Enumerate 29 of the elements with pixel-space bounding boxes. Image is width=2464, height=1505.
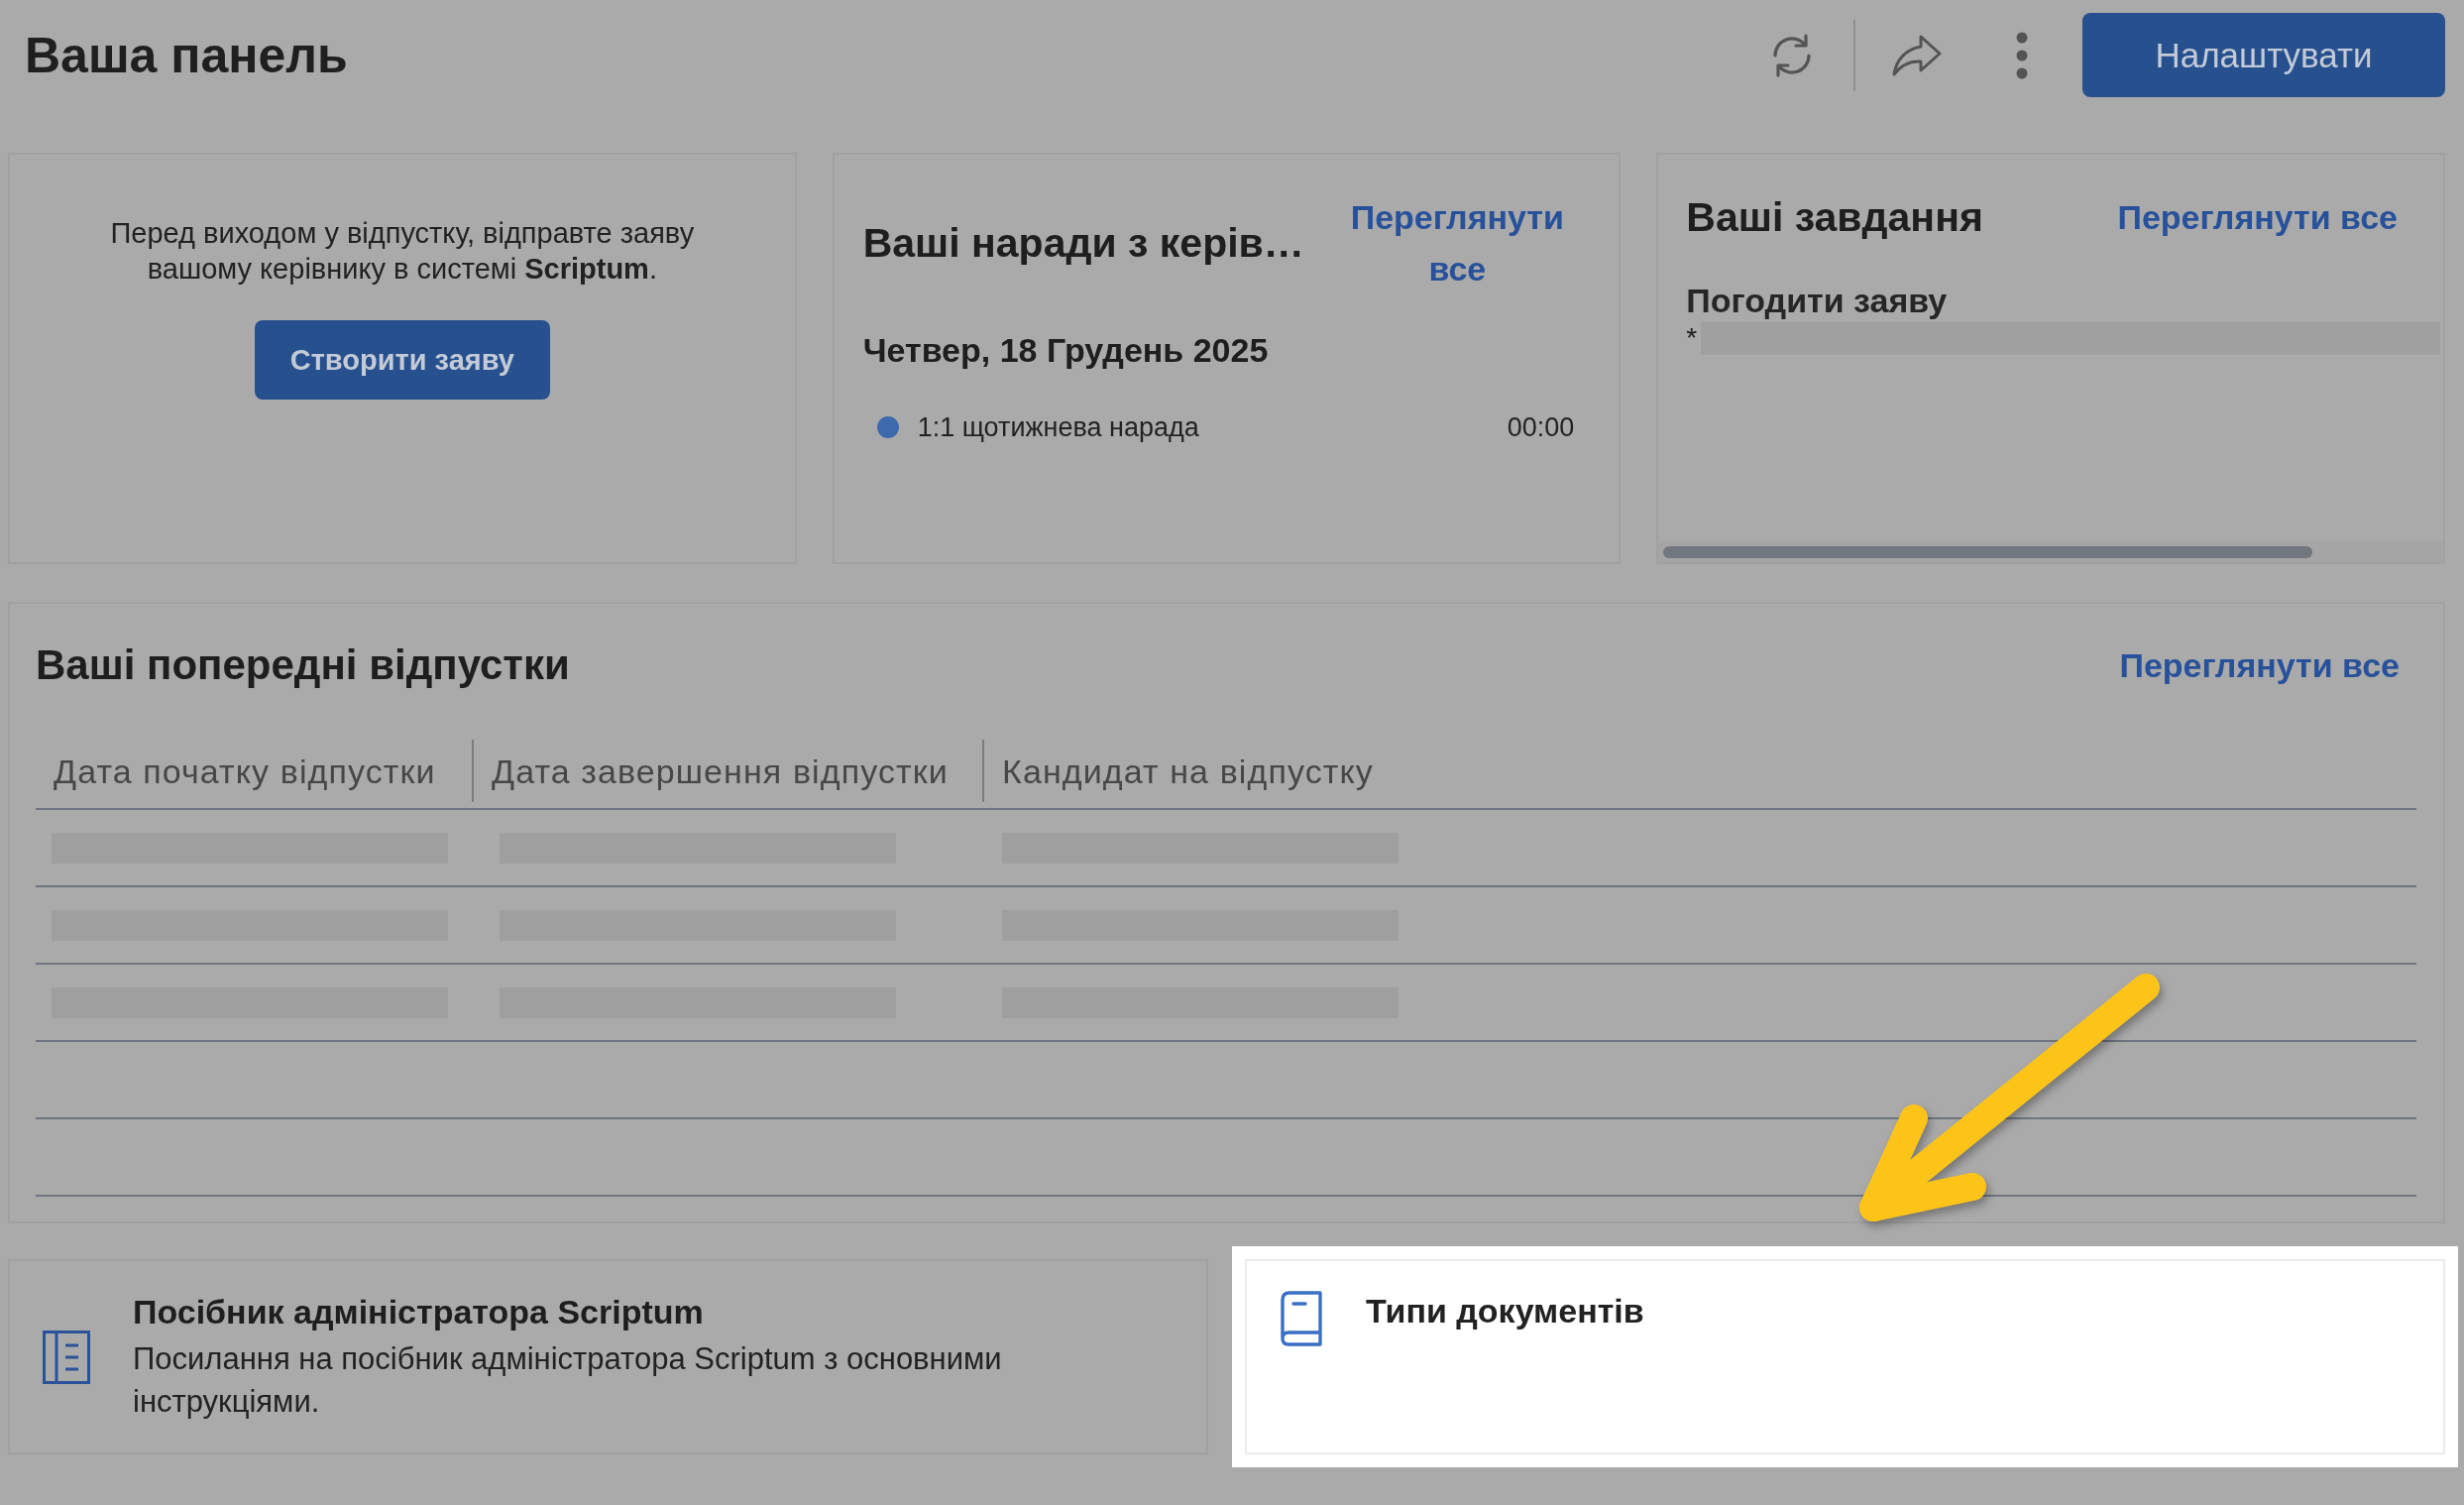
view-all-link[interactable]: Переглянути все [2117, 191, 2398, 243]
column-header: Кандидат на відпустку [1002, 751, 1374, 791]
section-title: Ваші попередні відпустки [36, 640, 570, 690]
view-all-link[interactable]: Переглянути все [2119, 639, 2400, 691]
scrollbar-thumb[interactable] [1663, 545, 2313, 558]
page-title: Ваша панель [25, 26, 348, 85]
meeting-time: 00:00 [1507, 411, 1575, 443]
resource-card[interactable]: Типи документів [1232, 1246, 2458, 1467]
resource-description: Посилання на посібник адміністратора Scriptum з основними інструкціями. [133, 1339, 1003, 1421]
meeting-date: Четвер, 18 Грудень 2025 [862, 330, 1270, 370]
meeting-title[interactable]: 1:1 щотижнева нарада [917, 411, 1508, 443]
list-document-icon [43, 1330, 90, 1384]
column-header: Дата початку відпустки [54, 751, 436, 791]
resource-title[interactable]: Посібник адміністратора Scriptum [133, 1291, 1084, 1331]
column-header: Дата завершення відпустки [492, 751, 949, 791]
more-options-icon[interactable] [2016, 31, 2028, 79]
meeting-dot-icon [876, 416, 899, 438]
task-note: * [1686, 321, 1698, 355]
settings-button[interactable]: Налаштувати [2082, 13, 2445, 97]
resource-title[interactable]: Типи документів [1366, 1291, 1644, 1331]
create-request-button[interactable]: Створити заяву [254, 320, 550, 400]
task-title[interactable]: Погодити заяву [1686, 281, 2398, 320]
share-icon[interactable] [1891, 33, 1943, 77]
book-icon [1280, 1291, 1323, 1346]
view-all-link[interactable]: Переглянути все [1340, 191, 1575, 294]
leave-notice-text: Перед виходом у відпустку, відправте заяву вашому керівнику в системі Scriptum. [109, 216, 696, 287]
card-title: Ваші наради з керів… [862, 219, 1304, 267]
card-title: Ваші завдання [1686, 193, 1983, 241]
resource-card[interactable]: Посібник адміністратора Scriptum Посилання на посібник адміністратора Scriptum з основними інструкціями. [8, 1259, 1208, 1454]
